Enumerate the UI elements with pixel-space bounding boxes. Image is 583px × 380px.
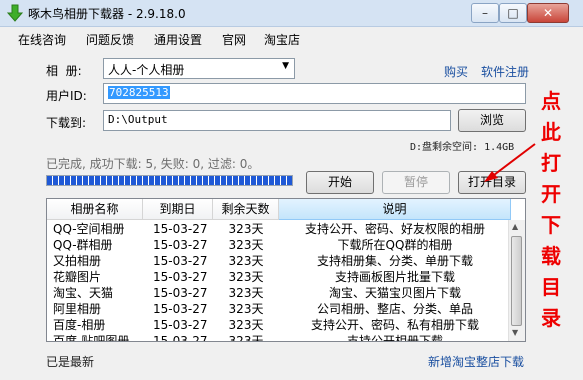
scroll-up-icon: ▲ (512, 222, 519, 231)
cell-days-left: 323天 (228, 318, 264, 332)
window-title: 啄木鸟相册下载器 - 2.9.18.0 (28, 7, 186, 21)
menu-feedback[interactable]: 问题反馈 (86, 31, 134, 48)
close-button[interactable]: ✕ (527, 3, 569, 23)
cell-days-left: 323天 (228, 286, 264, 300)
cell-album-name: 百度-相册 (53, 318, 106, 332)
album-select[interactable]: 人人-个人相册 ▼ (103, 58, 295, 79)
cell-album-name: QQ-群相册 (53, 238, 113, 252)
cell-days-left: 323天 (228, 254, 264, 268)
cell-expiry: 15-03-27 (153, 302, 208, 316)
column-header-album-name[interactable]: 相册名称 (47, 199, 143, 220)
scroll-thumb[interactable] (511, 236, 522, 326)
maximize-button[interactable]: □ (499, 3, 527, 23)
cell-album-name: 花瓣图片 (53, 270, 102, 284)
table-row[interactable]: 百度-贴吧图册 15-03-27 323天 支持公开相册下载 (47, 333, 511, 342)
maximize-icon: □ (507, 6, 519, 20)
cell-days-left: 323天 (228, 270, 264, 284)
start-button[interactable]: 开始 (306, 171, 374, 194)
cell-description: 支持公开、密码、私有相册下载 (310, 318, 479, 332)
cell-days-left: 323天 (228, 334, 264, 342)
column-header-description[interactable]: 说明 (279, 199, 511, 220)
menu-website[interactable]: 官网 (222, 31, 246, 48)
download-to-label: 下载到: (46, 116, 87, 130)
browse-button[interactable]: 浏览 (458, 109, 526, 132)
cell-expiry: 15-03-27 (153, 238, 208, 252)
table-row[interactable]: 阿里相册 15-03-27 323天 公司相册、整店、分类、单品 (47, 301, 511, 317)
album-select-value: 人人-个人相册 (108, 63, 185, 77)
cell-album-name: 淘宝、天猫 (53, 286, 114, 300)
menu-online-consult[interactable]: 在线咨询 (18, 31, 66, 48)
version-status: 已是最新 (46, 355, 95, 369)
cell-days-left: 323天 (228, 222, 264, 236)
cell-days-left: 323天 (228, 238, 264, 252)
progress-fill (47, 176, 292, 185)
column-header-expiry[interactable]: 到期日 (143, 199, 213, 220)
cell-description: 支持公开相册下载 (346, 334, 443, 342)
user-id-value: 702825513 (108, 86, 170, 99)
cell-expiry: 15-03-27 (153, 222, 208, 236)
cell-description: 支持公开、密码、好友权限的相册 (304, 222, 485, 236)
pause-button[interactable]: 暂停 (382, 171, 450, 194)
scroll-down-icon: ▼ (512, 328, 519, 337)
table-row[interactable]: 又拍相册 15-03-27 323天 支持相册集、分类、单册下载 (47, 253, 511, 269)
cell-description: 公司相册、整店、分类、单品 (316, 302, 473, 316)
cell-album-name: QQ-空间相册 (53, 222, 125, 236)
cell-expiry: 15-03-27 (153, 286, 208, 300)
annotation-text: 点此打开下载目录 (541, 89, 561, 330)
user-id-label: 用户ID: (46, 89, 87, 103)
annotation-arrow-icon (484, 143, 536, 182)
album-table[interactable]: 相册名称 到期日 剩余天数 说明 QQ-空间相册 15-03-27 323天 支持公开… (46, 198, 526, 342)
app-download-arrow-icon (6, 4, 24, 22)
menu-settings[interactable]: 通用设置 (154, 31, 202, 48)
progress-bar (46, 175, 293, 186)
vertical-scrollbar[interactable]: ▲ ▼ (508, 220, 525, 341)
buy-link[interactable]: 购买 (444, 63, 468, 80)
register-link[interactable]: 软件注册 (481, 63, 529, 80)
cell-expiry: 15-03-27 (153, 270, 208, 284)
table-row[interactable]: 花瓣图片 15-03-27 323天 支持画板图片批量下载 (47, 269, 511, 285)
chevron-down-icon: ▼ (282, 61, 289, 71)
minimize-button[interactable]: – (471, 3, 499, 23)
table-row[interactable]: 淘宝、天猫 15-03-27 323天 淘宝、天猫宝贝图片下载 (47, 285, 511, 301)
cell-album-name: 百度-贴吧图册 (53, 334, 130, 342)
cell-expiry: 15-03-27 (153, 318, 208, 332)
cell-description: 淘宝、天猫宝贝图片下载 (328, 286, 461, 300)
cell-description: 支持相册集、分类、单册下载 (316, 254, 473, 268)
minimize-icon: – (482, 6, 488, 20)
status-summary: 已完成, 成功下载: 5, 失败: 0, 过滤: 0。 (46, 157, 260, 171)
cell-expiry: 15-03-27 (153, 334, 208, 342)
download-path-input[interactable]: D:\Output (103, 110, 451, 131)
user-id-input[interactable]: 702825513 (103, 83, 526, 104)
download-path-value: D:\Output (108, 113, 168, 126)
cell-expiry: 15-03-27 (153, 254, 208, 268)
column-header-days-left[interactable]: 剩余天数 (213, 199, 279, 220)
cell-description: 支持画板图片批量下载 (334, 270, 455, 284)
menu-taobao-shop[interactable]: 淘宝店 (264, 31, 300, 48)
album-label: 相 册: (46, 64, 82, 78)
cell-album-name: 又拍相册 (53, 254, 102, 268)
close-icon: ✕ (542, 6, 554, 20)
table-row[interactable]: QQ-空间相册 15-03-27 323天 支持公开、密码、好友权限的相册 (47, 221, 511, 237)
new-feature-link[interactable]: 新增淘宝整店下载 (428, 353, 524, 370)
table-row[interactable]: QQ-群相册 15-03-27 323天 下载所在QQ群的相册 (47, 237, 511, 253)
cell-album-name: 阿里相册 (53, 302, 102, 316)
cell-days-left: 323天 (228, 302, 264, 316)
table-row[interactable]: 百度-相册 15-03-27 323天 支持公开、密码、私有相册下载 (47, 317, 511, 333)
cell-description: 下载所在QQ群的相册 (337, 238, 453, 252)
